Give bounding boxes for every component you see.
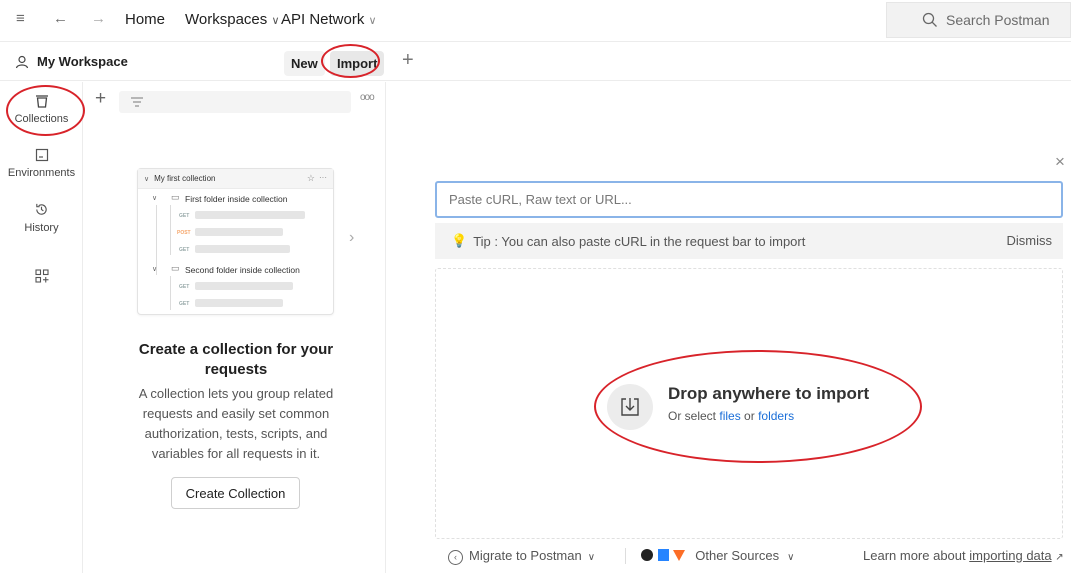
rail-environments[interactable]: Environments	[0, 148, 83, 179]
chevron-down-icon: ∨	[144, 175, 150, 183]
chevron-right-icon[interactable]: ›	[349, 229, 354, 247]
top-bar: ≡ ← → Home Workspaces ∨ API Network ∨ Se…	[0, 0, 1071, 42]
url-placeholder: Paste cURL, Raw text or URL...	[449, 192, 632, 207]
drop-title: Drop anywhere to import	[668, 384, 870, 403]
import-panel: × Paste cURL, Raw text or URL... 💡 Tip :…	[386, 82, 1071, 573]
add-collection-plus-icon[interactable]: +	[95, 88, 106, 110]
request-placeholder	[195, 211, 305, 219]
folders-link[interactable]: folders	[758, 409, 794, 423]
tab-bar: +	[386, 43, 1071, 81]
other-sources-button[interactable]: Other Sources ∨	[641, 548, 794, 563]
rail-collections-label: Collections	[14, 113, 69, 125]
collection-illustration: ∨ My first collection ☆ ··· ∨ ▭ First fo…	[137, 168, 334, 315]
close-icon[interactable]: ×	[1055, 152, 1065, 172]
drop-subtitle: Or select files or folders	[668, 409, 794, 423]
illustration-folder-1: First folder inside collection	[185, 194, 288, 204]
left-rail: Collections Environments History	[0, 82, 83, 573]
method-get: GET	[179, 247, 190, 253]
new-button[interactable]: New	[284, 51, 325, 76]
empty-state-title: Create a collection for your requests	[138, 341, 334, 378]
nav-workspaces-label: Workspaces	[185, 11, 268, 28]
request-placeholder	[195, 282, 293, 290]
arrow-left-icon[interactable]: ←	[53, 10, 68, 27]
illustration-collection-name: My first collection	[154, 174, 216, 183]
request-placeholder	[195, 299, 283, 307]
nav-api-network-label: API Network	[281, 11, 365, 28]
importing-data-link[interactable]: importing data	[969, 548, 1051, 563]
other-sources-label: Other Sources	[695, 548, 780, 563]
search-icon	[922, 12, 937, 27]
collections-sidebar: + ooo ∨ My first collection ☆ ··· ∨ ▭ Fi…	[83, 82, 386, 573]
lightbulb-icon: 💡	[451, 233, 468, 248]
arrow-right-icon[interactable]: →	[91, 10, 106, 27]
rail-collections[interactable]: Collections	[0, 93, 83, 125]
more-options-icon[interactable]: ooo	[360, 92, 375, 103]
trash-can-collection-icon	[35, 95, 48, 108]
new-tab-plus-icon[interactable]: +	[402, 49, 414, 72]
folder-icon: ▭	[171, 192, 180, 202]
import-footer: ‹ Migrate to Postman ∨ Other Sources ∨ Lear…	[435, 544, 1071, 568]
drop-zone[interactable]: Drop anywhere to import Or select files …	[435, 268, 1063, 539]
gitlab-icon	[673, 550, 686, 561]
folder-icon: ▭	[171, 263, 180, 273]
method-get: GET	[179, 284, 190, 290]
method-get: GET	[179, 301, 190, 307]
chevron-down-icon: ∨	[152, 266, 158, 273]
search-placeholder: Search Postman	[946, 12, 1050, 28]
filter-icon	[131, 97, 143, 107]
drop-or: or	[744, 409, 755, 423]
chevron-down-icon: ∨	[271, 15, 280, 27]
search-input[interactable]: Search Postman	[886, 2, 1071, 38]
chevron-down-icon: ∨	[368, 15, 377, 27]
migrate-button[interactable]: ‹ Migrate to Postman ∨	[448, 548, 595, 565]
nav-home[interactable]: Home	[125, 11, 165, 28]
migrate-icon: ‹	[448, 550, 463, 565]
history-icon	[36, 203, 47, 215]
nav-api-network[interactable]: API Network ∨	[281, 11, 377, 28]
import-icon	[607, 384, 653, 430]
hamburger-icon[interactable]: ≡	[16, 10, 25, 27]
empty-state-description: A collection lets you group related requ…	[138, 386, 334, 461]
tip-text: Tip : You can also paste cURL in the req…	[473, 233, 806, 249]
learn-more: Learn more about importing data ↗	[863, 548, 1064, 563]
workspace-name[interactable]: My Workspace	[37, 54, 128, 69]
workspace-bar: My Workspace New Import	[0, 43, 386, 81]
user-icon	[15, 55, 29, 69]
request-placeholder	[195, 245, 290, 253]
files-link[interactable]: files	[719, 409, 740, 423]
bitbucket-icon	[657, 549, 669, 561]
tip-bar: 💡 Tip : You can also paste cURL in the r…	[435, 223, 1063, 259]
grid-add-icon	[34, 269, 49, 283]
illustration-header: ∨ My first collection ☆ ···	[138, 169, 333, 189]
external-link-icon: ↗	[1055, 552, 1064, 563]
environment-icon	[35, 148, 48, 162]
rail-history-label: History	[24, 222, 59, 234]
divider	[625, 548, 626, 564]
nav-workspaces[interactable]: Workspaces ∨	[185, 11, 280, 28]
rail-configure[interactable]	[0, 269, 83, 283]
rail-history[interactable]: History	[0, 202, 83, 234]
chevron-down-icon: ∨	[787, 552, 795, 563]
request-placeholder	[195, 228, 283, 236]
method-post: POST	[177, 230, 191, 236]
github-icon	[641, 549, 653, 561]
import-button[interactable]: Import	[330, 51, 385, 76]
dismiss-button[interactable]: Dismiss	[1007, 233, 1053, 248]
tree-line	[170, 276, 171, 310]
chevron-down-icon: ∨	[152, 195, 158, 202]
tree-line	[170, 205, 171, 255]
illustration-folder-2: Second folder inside collection	[185, 265, 300, 275]
drop-or-select: Or select	[668, 409, 717, 423]
rail-environments-label: Environments	[7, 167, 76, 179]
import-url-input[interactable]: Paste cURL, Raw text or URL...	[435, 181, 1063, 218]
chevron-down-icon: ∨	[587, 552, 596, 563]
method-get: GET	[179, 213, 190, 219]
migrate-label: Migrate to Postman	[469, 548, 582, 563]
filter-input[interactable]	[119, 91, 351, 113]
star-icon: ☆	[306, 173, 315, 183]
learn-more-label: Learn more about	[863, 548, 966, 563]
more-icon: ···	[319, 173, 327, 182]
create-collection-button[interactable]: Create Collection	[171, 477, 300, 509]
